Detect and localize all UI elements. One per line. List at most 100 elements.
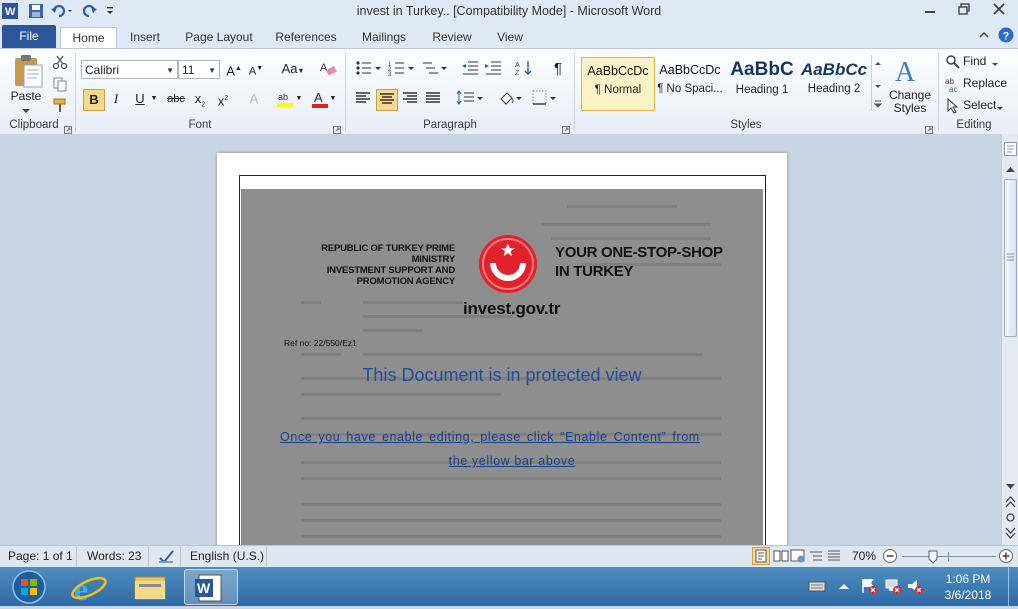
format-painter-icon[interactable]: [52, 97, 68, 116]
find-icon[interactable]: [945, 54, 961, 73]
next-page-icon[interactable]: [1004, 527, 1017, 542]
style-heading-1[interactable]: AaBbC Heading 1: [726, 57, 798, 109]
tab-references[interactable]: References: [270, 27, 342, 48]
full-screen-reading-view-icon[interactable]: [773, 548, 789, 567]
print-layout-view-icon[interactable]: [752, 547, 770, 565]
select-icon[interactable]: [946, 97, 960, 117]
style-heading-2[interactable]: AaBbCc Heading 2: [798, 57, 870, 109]
system-clock[interactable]: 1:06 PM 3/6/2018: [933, 571, 1003, 603]
align-left-icon[interactable]: [353, 89, 373, 109]
scroll-up-icon[interactable]: [1005, 162, 1016, 176]
decrease-indent-icon[interactable]: [460, 59, 480, 79]
outline-view-icon[interactable]: [808, 548, 824, 567]
style-no-spacing[interactable]: AaBbCcDc ¶ No Spaci...: [654, 57, 726, 109]
copy-icon[interactable]: [52, 76, 68, 95]
close-button[interactable]: [985, 2, 1013, 20]
font-color-dropdown-icon[interactable]: ▼: [328, 89, 338, 109]
ruler-toggle-icon[interactable]: [1004, 142, 1017, 159]
align-center-icon[interactable]: [376, 89, 398, 111]
tab-insert[interactable]: Insert: [122, 27, 168, 48]
action-center-icon[interactable]: [860, 577, 878, 598]
font-color-icon[interactable]: A: [310, 89, 330, 109]
justify-icon[interactable]: [423, 89, 443, 109]
text-effects-icon[interactable]: A: [244, 89, 264, 109]
select-button[interactable]: Select: [963, 98, 996, 112]
web-layout-view-icon[interactable]: [790, 548, 806, 567]
show-formatting-marks-icon[interactable]: ¶: [548, 59, 568, 79]
volume-icon[interactable]: [906, 577, 924, 598]
zoom-slider-handle[interactable]: [928, 550, 938, 567]
increase-indent-icon[interactable]: [483, 59, 503, 79]
subscript-button[interactable]: x2: [190, 89, 210, 109]
select-browse-object-icon[interactable]: [1005, 512, 1016, 526]
change-styles-icon[interactable]: A: [893, 55, 925, 88]
font-name-select[interactable]: Calibri ▼: [81, 60, 178, 79]
font-size-select[interactable]: 11 ▼: [178, 60, 220, 79]
sort-icon[interactable]: AZ: [514, 59, 534, 79]
select-dropdown-icon[interactable]: [997, 102, 1005, 116]
page-count[interactable]: Page: 1 of 1: [8, 549, 73, 563]
style-normal[interactable]: AaBbCcDc ¶ Normal: [581, 57, 655, 111]
tab-page-layout[interactable]: Page Layout: [180, 27, 258, 48]
show-desktop-button[interactable]: [1008, 567, 1018, 606]
replace-button[interactable]: Replace: [963, 76, 1007, 90]
language-indicator[interactable]: English (U.S.): [190, 549, 264, 563]
numbering-icon[interactable]: 123: [388, 59, 416, 79]
paste-button[interactable]: Paste: [8, 89, 44, 103]
tab-file[interactable]: File: [2, 25, 56, 48]
find-dropdown-icon[interactable]: [992, 58, 1000, 72]
find-button[interactable]: Find: [963, 54, 986, 68]
italic-button[interactable]: I: [106, 89, 126, 109]
superscript-button[interactable]: x2: [213, 89, 233, 109]
replace-icon[interactable]: ab ac: [945, 76, 961, 95]
underline-button[interactable]: U: [130, 89, 150, 109]
network-icon[interactable]: [884, 577, 902, 598]
change-case-icon[interactable]: Aa▼: [280, 59, 306, 79]
bullets-icon[interactable]: [355, 59, 383, 79]
file-explorer-icon[interactable]: [123, 569, 177, 605]
start-button-icon[interactable]: [2, 569, 56, 605]
tab-mailings[interactable]: Mailings: [354, 27, 414, 48]
minimize-button[interactable]: [916, 2, 944, 20]
borders-icon[interactable]: [531, 89, 559, 109]
zoom-out-icon[interactable]: [882, 548, 898, 567]
highlight-dropdown-icon[interactable]: ▼: [294, 89, 304, 109]
draft-view-icon[interactable]: [826, 548, 842, 567]
show-hidden-icons-icon[interactable]: [838, 580, 850, 594]
restore-button[interactable]: [950, 2, 978, 20]
multilevel-list-icon[interactable]: [421, 59, 449, 79]
change-styles-button[interactable]: Change Styles: [884, 89, 936, 115]
scroll-thumb[interactable]: [1004, 179, 1017, 337]
cut-icon[interactable]: [52, 54, 68, 73]
strikethrough-button[interactable]: abc: [165, 89, 187, 109]
zoom-slider-track[interactable]: [902, 556, 996, 557]
scroll-down-icon[interactable]: [1005, 480, 1016, 494]
shrink-font-icon[interactable]: A▼: [246, 59, 266, 79]
clear-formatting-icon[interactable]: A: [318, 59, 338, 79]
tab-review[interactable]: Review: [426, 27, 478, 48]
zoom-in-icon[interactable]: [998, 548, 1014, 567]
paste-icon[interactable]: [12, 53, 44, 92]
styles-scroll[interactable]: [871, 55, 885, 111]
previous-page-icon[interactable]: [1004, 496, 1017, 511]
proofing-icon[interactable]: [158, 548, 176, 567]
line-spacing-icon[interactable]: [456, 89, 484, 109]
bold-button[interactable]: B: [83, 89, 105, 111]
vertical-scrollbar[interactable]: [1001, 134, 1018, 545]
tab-view[interactable]: View: [490, 27, 530, 48]
grow-font-icon[interactable]: A▲: [224, 59, 244, 79]
tab-home[interactable]: Home: [60, 27, 117, 49]
paste-dropdown-icon[interactable]: [22, 104, 30, 118]
highlight-icon[interactable]: ab: [276, 89, 296, 109]
shading-icon[interactable]: [497, 89, 525, 109]
internet-explorer-icon[interactable]: e: [62, 569, 116, 607]
keyboard-icon[interactable]: [808, 579, 826, 596]
separator: [75, 53, 76, 131]
word-count[interactable]: Words: 23: [87, 549, 141, 563]
underline-dropdown-icon[interactable]: ▼: [149, 89, 159, 109]
word-taskbar-icon[interactable]: W: [184, 569, 238, 605]
align-right-icon[interactable]: [400, 89, 420, 109]
zoom-level[interactable]: 70%: [852, 549, 876, 563]
minimize-ribbon-icon[interactable]: [978, 29, 990, 44]
help-icon[interactable]: ?: [998, 27, 1014, 46]
